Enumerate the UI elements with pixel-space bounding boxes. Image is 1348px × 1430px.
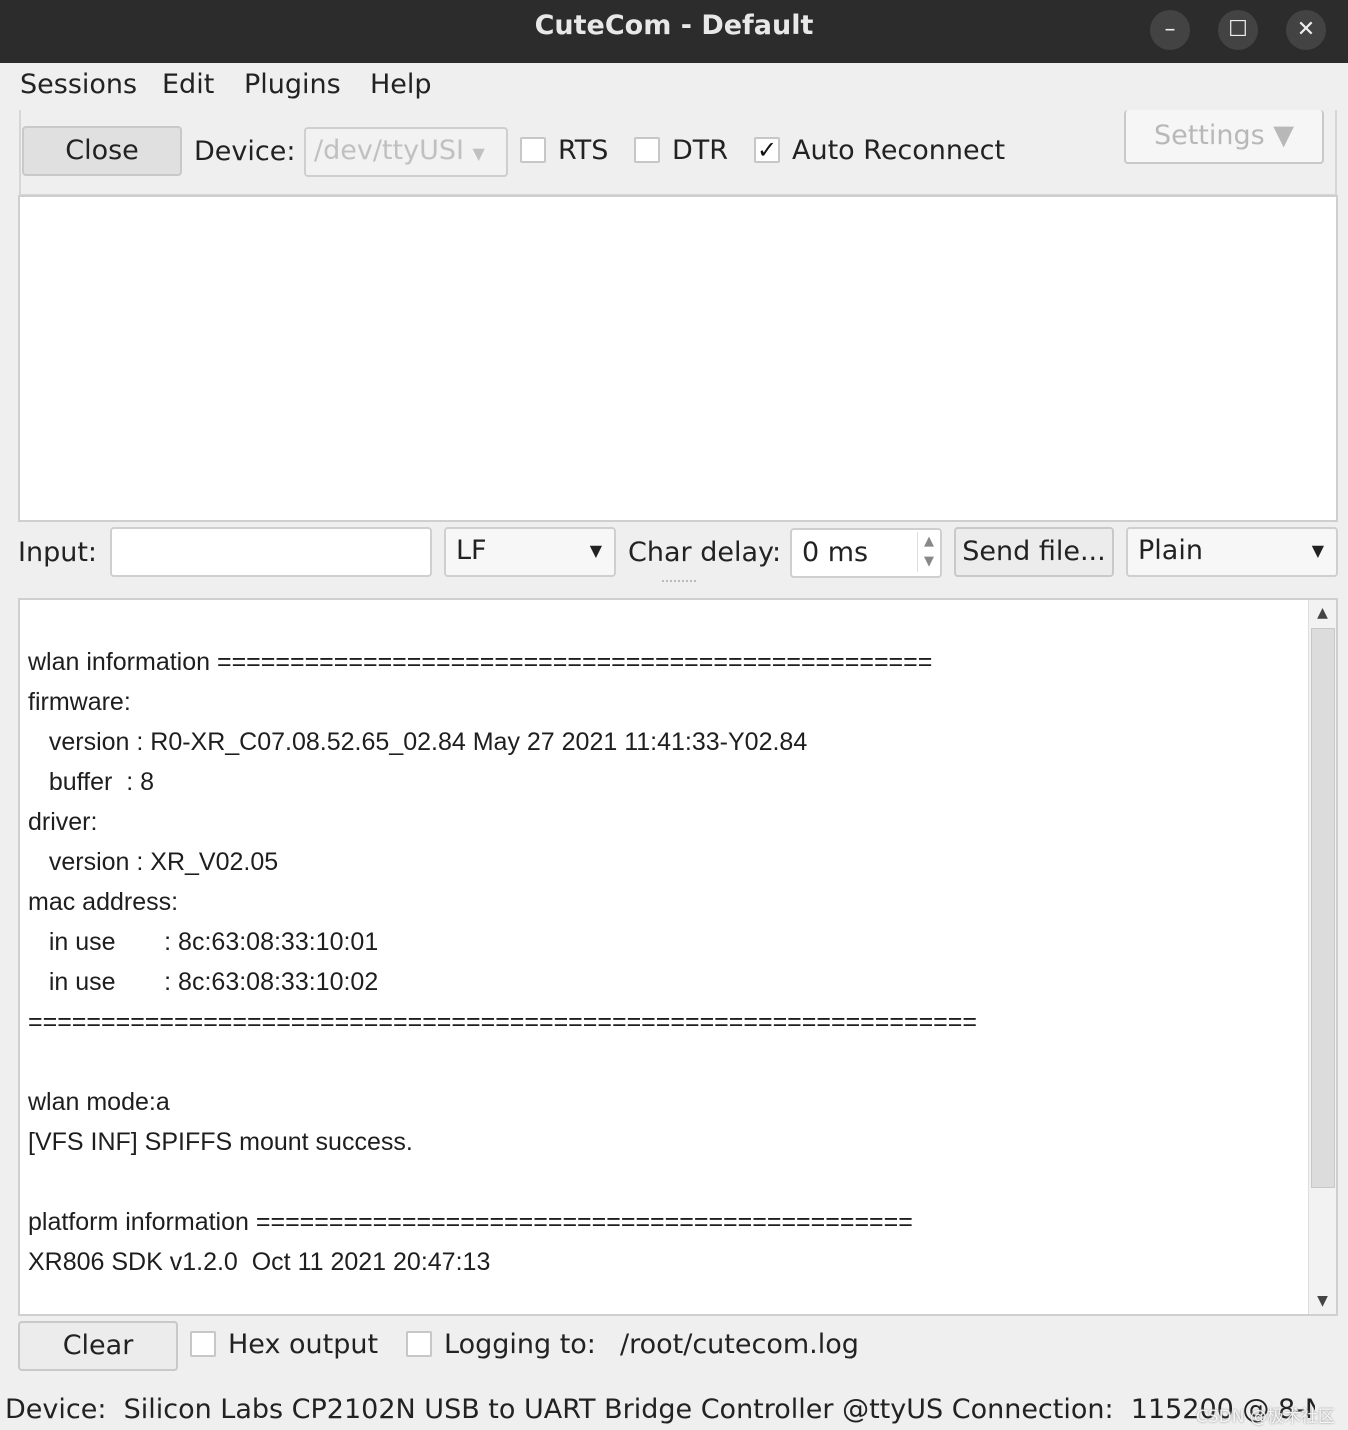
input-label: Input: xyxy=(18,537,98,568)
char-delay-spinbox[interactable]: 0 ms ▲ ▼ xyxy=(790,528,942,578)
output-line: version : R0-XR_C07.08.52.65_02.84 May 2… xyxy=(28,728,808,756)
command-history-area[interactable] xyxy=(18,195,1338,522)
device-combo[interactable]: /dev/ttyUSI ▼ xyxy=(304,127,508,177)
auto-reconnect-label: Auto Reconnect xyxy=(792,135,1006,166)
hex-output-label: Hex output xyxy=(228,1329,379,1360)
input-field[interactable] xyxy=(110,527,432,577)
settings-button[interactable]: Settings ▼ xyxy=(1124,110,1324,164)
logging-checkbox[interactable] xyxy=(406,1331,432,1357)
line-ending-select[interactable]: LF ▼ xyxy=(444,527,616,577)
dtr-label: DTR xyxy=(672,135,729,166)
rts-label: RTS xyxy=(558,135,609,166)
format-value: Plain xyxy=(1138,535,1203,566)
output-line: platform information ===================… xyxy=(28,1208,913,1236)
output-line: firmware: xyxy=(28,688,131,716)
spin-arrows-icon[interactable]: ▲ ▼ xyxy=(917,532,934,572)
close-window-button[interactable]: ✕ xyxy=(1286,10,1326,50)
minimize-button[interactable]: – xyxy=(1150,10,1190,50)
device-value: /dev/ttyUSI xyxy=(314,135,464,166)
output-line: wlan mode:a xyxy=(28,1088,170,1116)
maximize-button[interactable]: ☐ xyxy=(1218,10,1258,50)
format-select[interactable]: Plain ▼ xyxy=(1126,527,1338,577)
splitter-handle[interactable] xyxy=(662,580,696,582)
scrollbar-thumb[interactable] xyxy=(1311,628,1335,1188)
line-ending-value: LF xyxy=(456,535,487,566)
menu-edit[interactable]: Edit xyxy=(162,69,214,100)
logging-label: Logging to: xyxy=(444,1329,596,1360)
char-delay-label: Char delay: xyxy=(628,537,782,568)
send-file-button[interactable]: Send file... xyxy=(954,527,1114,577)
output-line: in use : 8c:63:08:33:10:02 xyxy=(28,968,379,996)
close-port-button[interactable]: Close xyxy=(22,126,182,176)
dtr-checkbox[interactable] xyxy=(634,137,660,163)
output-line: in use : 8c:63:08:33:10:01 xyxy=(28,928,379,956)
auto-reconnect-checkbox[interactable]: ✓ xyxy=(754,137,780,163)
title-bar: CuteCom - Default – ☐ ✕ xyxy=(0,0,1348,63)
menu-help[interactable]: Help xyxy=(370,69,432,100)
scroll-down-icon[interactable]: ▼ xyxy=(1309,1288,1336,1314)
output-line: mac address: xyxy=(28,888,179,916)
chevron-down-icon: ▼ xyxy=(472,144,485,163)
menu-sessions[interactable]: Sessions xyxy=(20,69,137,100)
rts-checkbox[interactable] xyxy=(520,137,546,163)
output-line: version : XR_V02.05 xyxy=(28,848,279,876)
char-delay-value: 0 ms xyxy=(802,537,869,568)
log-path[interactable]: /root/cutecom.log xyxy=(620,1329,859,1360)
watermark: CSDN @极术社区 xyxy=(1196,1407,1335,1427)
output-line: [VFS INF] SPIFFS mount success. xyxy=(28,1128,413,1156)
clear-button[interactable]: Clear xyxy=(18,1321,178,1371)
hex-output-checkbox[interactable] xyxy=(190,1331,216,1357)
output-line: XR806 SDK v1.2.0 Oct 11 2021 20:47:13 xyxy=(28,1248,491,1276)
output-line: wlan information =======================… xyxy=(28,648,933,676)
scroll-up-icon[interactable]: ▲ xyxy=(1309,600,1336,626)
output-line: driver: xyxy=(28,808,98,836)
output-line: buffer : 8 xyxy=(28,768,155,796)
window-title: CuteCom - Default xyxy=(534,10,814,41)
checkmark-icon: ✓ xyxy=(756,136,778,164)
output-scrollbar[interactable]: ▲ ▼ xyxy=(1308,600,1336,1314)
output-text: wlan information =======================… xyxy=(28,602,1298,1302)
menu-bar: Sessions Edit Plugins Help xyxy=(0,63,1348,109)
output-line: ========================================… xyxy=(28,1008,977,1036)
status-bar-text: Device: Silicon Labs CP2102N USB to UART… xyxy=(5,1394,1315,1425)
chevron-down-icon: ▼ xyxy=(1311,541,1324,560)
chevron-down-icon: ▼ xyxy=(589,541,602,560)
device-label: Device: xyxy=(194,136,296,167)
menu-plugins[interactable]: Plugins xyxy=(244,69,341,100)
